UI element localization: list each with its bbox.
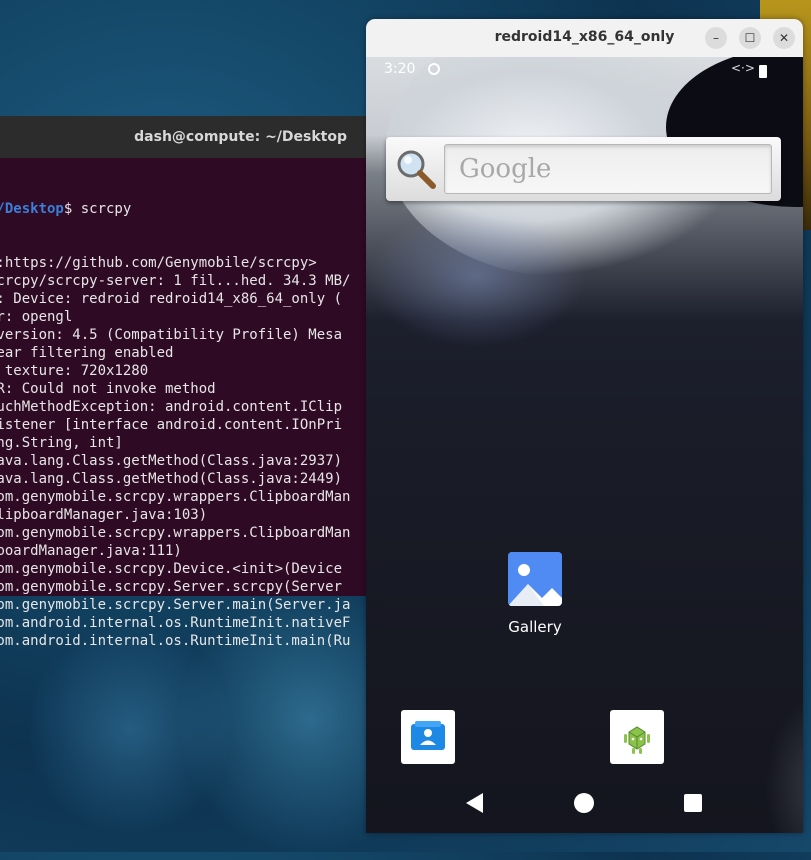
gallery-label: Gallery bbox=[508, 618, 562, 636]
terminal-line: com.genymobile.scrcpy.Server.scrcpy(Serv… bbox=[0, 579, 343, 595]
contacts-app[interactable] bbox=[401, 710, 455, 764]
android-screen[interactable]: 3:20 <·> Google Gallery bbox=[366, 57, 803, 833]
terminal-line: er: opengl bbox=[0, 309, 73, 325]
terminal-line: com.genymobile.scrcpy.Server.main(Server… bbox=[0, 597, 351, 613]
terminal-line: ang.String, int] bbox=[0, 435, 123, 451]
terminal-log: e:https://github.com/Genymobile/scrcpy> s… bbox=[0, 254, 355, 650]
recents-icon[interactable] bbox=[684, 794, 702, 812]
google-search-widget[interactable]: Google bbox=[386, 137, 781, 201]
terminal-line: scrcpy/scrcpy-server: 1 fil...hed. 34.3 … bbox=[0, 273, 351, 289]
status-time: 3:20 bbox=[384, 61, 416, 77]
terminal-line: pboardManager.java:111) bbox=[0, 543, 182, 559]
prompt-path: ~/Desktop bbox=[0, 201, 64, 217]
terminal-title: dash@compute: ~/Desktop bbox=[134, 129, 347, 145]
terminal-line: java.lang.Class.getMethod(Class.java:244… bbox=[0, 471, 343, 487]
prompt-command: $ scrcpy bbox=[63, 201, 132, 217]
terminal-line: l texture: 720x1280 bbox=[0, 363, 149, 379]
search-icon[interactable] bbox=[394, 147, 438, 191]
gallery-icon[interactable] bbox=[508, 552, 562, 606]
terminal-line: e:https://github.com/Genymobile/scrcpy> bbox=[0, 255, 317, 271]
scrcpy-window[interactable]: redroid14_x86_64_only – ☐ ✕ 3:20 <·> Goo… bbox=[366, 19, 803, 833]
scrcpy-title: redroid14_x86_64_only bbox=[494, 29, 675, 45]
terminal-line: com.genymobile.scrcpy.wrappers.Clipboard… bbox=[0, 489, 351, 505]
android-icon[interactable] bbox=[610, 710, 664, 764]
terminal-line: com.genymobile.scrcpy.wrappers.Clipboard… bbox=[0, 525, 351, 541]
terminal-line: version: 4.5 (Compatibility Profile) Mes… bbox=[0, 327, 343, 343]
terminal-line: com.android.internal.os.RuntimeInit.nati… bbox=[0, 615, 351, 631]
terminal-titlebar[interactable]: dash@compute: ~/Desktop bbox=[0, 116, 367, 158]
data-activity-icon: <·> bbox=[731, 61, 755, 75]
terminal-output[interactable]: ~/Desktop$ scrcpy e:https://github.com/G… bbox=[0, 158, 355, 686]
status-bar: 3:20 <·> bbox=[366, 57, 803, 83]
gallery-app[interactable]: Gallery bbox=[503, 552, 567, 636]
terminal-line: java.lang.Class.getMethod(Class.java:293… bbox=[0, 453, 343, 469]
close-button[interactable]: ✕ bbox=[773, 27, 795, 49]
search-input[interactable]: Google bbox=[444, 144, 772, 194]
maximize-button[interactable]: ☐ bbox=[739, 27, 761, 49]
terminal-line: ClipboardManager.java:103) bbox=[0, 507, 208, 523]
home-icon[interactable] bbox=[574, 793, 594, 813]
terminal-line: near filtering enabled bbox=[0, 345, 174, 361]
api-demos-app[interactable] bbox=[610, 710, 664, 764]
terminal-window[interactable]: dash@compute: ~/Desktop ~/Desktop$ scrcp… bbox=[0, 116, 367, 649]
search-placeholder: Google bbox=[459, 154, 552, 184]
scrcpy-titlebar[interactable]: redroid14_x86_64_only – ☐ ✕ bbox=[366, 19, 803, 57]
back-icon[interactable] bbox=[466, 793, 483, 813]
navigation-bar bbox=[366, 787, 803, 833]
terminal-line: Listener [interface android.content.IOnP… bbox=[0, 417, 343, 433]
terminal-line: OR: Could not invoke method bbox=[0, 381, 216, 397]
terminal-line: com.genymobile.scrcpy.Device.<init>(Devi… bbox=[0, 561, 343, 577]
sync-icon bbox=[428, 63, 440, 75]
wallpaper-wash bbox=[366, 207, 586, 347]
terminal-line: com.android.internal.os.RuntimeInit.main… bbox=[0, 633, 351, 649]
battery-icon bbox=[759, 65, 767, 78]
minimize-button[interactable]: – bbox=[705, 27, 727, 49]
terminal-line: SuchMethodException: android.content.ICl… bbox=[0, 399, 343, 415]
contacts-icon[interactable] bbox=[401, 710, 455, 764]
terminal-prompt-line: ~/Desktop$ scrcpy bbox=[0, 200, 355, 218]
terminal-line: O: Device: redroid redroid14_x86_64_only… bbox=[0, 291, 343, 307]
